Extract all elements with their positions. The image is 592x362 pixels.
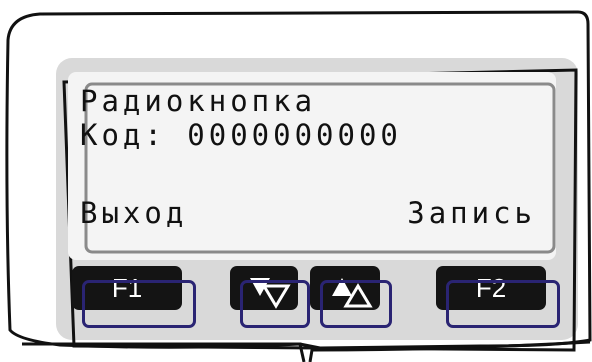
lcd-title: Радиокнопка [80,84,317,118]
lcd-code-line: Код: 0000000000 [80,118,402,152]
softkey-label-exit: Выход [80,196,188,230]
up-key-highlight [320,280,392,328]
down-key-highlight [240,280,310,328]
softkey-label-save: Запись [407,196,536,230]
f1-key-highlight [82,280,196,328]
f2-key-highlight [446,280,560,328]
